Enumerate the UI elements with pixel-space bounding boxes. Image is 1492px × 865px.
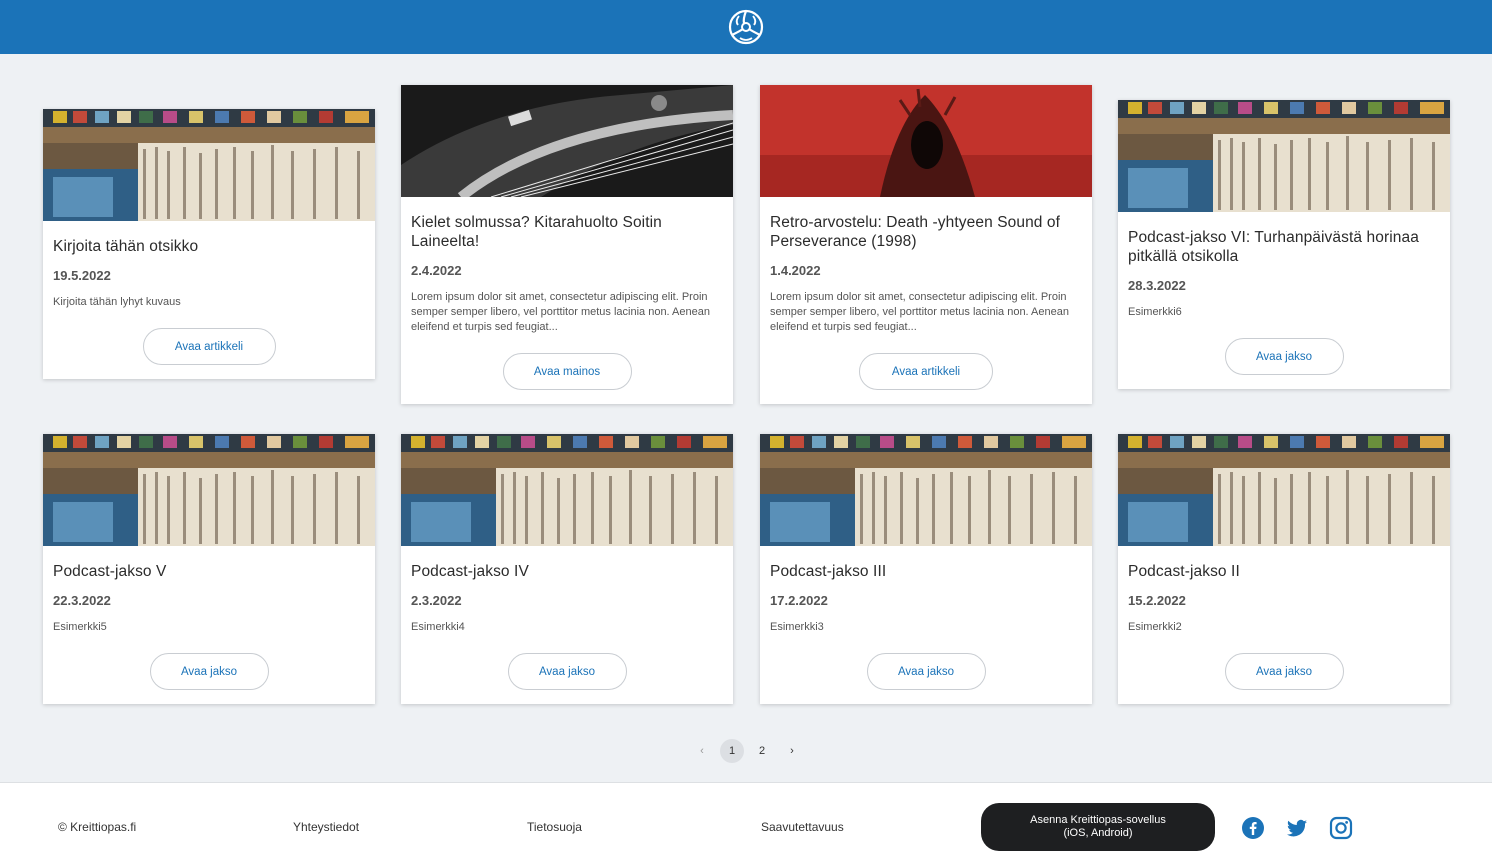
card-date: 19.5.2022 xyxy=(53,268,111,283)
install-app-platforms: (iOS, Android) xyxy=(1063,827,1133,839)
card-title[interactable]: Podcast-jakso V xyxy=(53,562,365,581)
card-description: Lorem ipsum dolor sit amet, consectetur … xyxy=(411,291,710,333)
card-date: 17.2.2022 xyxy=(770,593,828,608)
copyright-text: © Kreittiopas.fi xyxy=(58,820,137,834)
card-date: 1.4.2022 xyxy=(770,263,821,278)
card-title[interactable]: Podcast-jakso VI: Turhanpäivästä horinaa… xyxy=(1128,228,1440,266)
twitter-icon[interactable] xyxy=(1285,816,1309,840)
card-description: Esimerkki3 xyxy=(770,621,824,633)
contact-link[interactable]: Yhteystiedot xyxy=(293,820,359,834)
next-page-button[interactable]: › xyxy=(780,739,804,763)
card-description: Kirjoita tähän lyhyt kuvaus xyxy=(53,296,181,308)
footer: © Kreittiopas.fi Yhteystiedot Tietosuoja… xyxy=(0,782,1492,865)
card-7[interactable]: Podcast-jakso III 17.2.2022 Esimerkki3 A… xyxy=(760,434,1092,704)
card-date: 2.4.2022 xyxy=(411,263,462,278)
card-title[interactable]: Podcast-jakso II xyxy=(1128,562,1440,581)
card-4[interactable]: Podcast-jakso VI: Turhanpäivästä horinaa… xyxy=(1118,100,1450,389)
open-ad-button[interactable]: Avaa mainos xyxy=(502,353,632,390)
open-episode-button[interactable]: Avaa jakso xyxy=(1224,653,1344,690)
install-app-button[interactable]: Asenna Kreittiopas-sovellus (iOS, Androi… xyxy=(981,803,1215,851)
card-thumbnail-image[interactable] xyxy=(1118,434,1450,546)
card-thumbnail-image[interactable] xyxy=(1118,100,1450,212)
record-adapter-logo-icon[interactable] xyxy=(726,7,766,47)
card-1[interactable]: Kirjoita tähän otsikko 19.5.2022 Kirjoit… xyxy=(43,109,375,379)
open-episode-button[interactable]: Avaa jakso xyxy=(866,653,986,690)
card-thumbnail-image[interactable] xyxy=(43,109,375,221)
card-6[interactable]: Podcast-jakso IV 2.3.2022 Esimerkki4 Ava… xyxy=(401,434,733,704)
card-date: 22.3.2022 xyxy=(53,593,111,608)
card-8[interactable]: Podcast-jakso II 15.2.2022 Esimerkki2 Av… xyxy=(1118,434,1450,704)
page-2-button[interactable]: 2 xyxy=(750,739,774,763)
card-thumbnail-image[interactable] xyxy=(43,434,375,546)
card-thumbnail-image[interactable] xyxy=(401,85,733,197)
card-title[interactable]: Podcast-jakso III xyxy=(770,562,1082,581)
pagination: ‹ 1 2 › xyxy=(690,738,804,764)
card-description: Esimerkki2 xyxy=(1128,621,1182,633)
open-episode-button[interactable]: Avaa jakso xyxy=(507,653,627,690)
open-article-button[interactable]: Avaa artikkeli xyxy=(859,353,993,390)
privacy-link[interactable]: Tietosuoja xyxy=(527,820,582,834)
card-description: Lorem ipsum dolor sit amet, consectetur … xyxy=(770,291,1069,333)
install-app-label: Asenna Kreittiopas-sovellus xyxy=(1030,814,1166,826)
card-thumbnail-image[interactable] xyxy=(760,85,1092,197)
card-title[interactable]: Podcast-jakso IV xyxy=(411,562,723,581)
card-2[interactable]: Kielet solmussa? Kitarahuolto Soitin Lai… xyxy=(401,85,733,404)
card-date: 28.3.2022 xyxy=(1128,278,1186,293)
top-bar xyxy=(0,0,1492,54)
card-description: Esimerkki6 xyxy=(1128,306,1182,318)
card-5[interactable]: Podcast-jakso V 22.3.2022 Esimerkki5 Ava… xyxy=(43,434,375,704)
card-description: Esimerkki5 xyxy=(53,621,107,633)
instagram-icon[interactable] xyxy=(1329,816,1353,840)
card-3[interactable]: Retro-arvostelu: Death -yhtyeen Sound of… xyxy=(760,85,1092,404)
open-episode-button[interactable]: Avaa jakso xyxy=(149,653,269,690)
open-episode-button[interactable]: Avaa jakso xyxy=(1224,338,1344,375)
card-title[interactable]: Kielet solmussa? Kitarahuolto Soitin Lai… xyxy=(411,213,723,251)
card-date: 15.2.2022 xyxy=(1128,593,1186,608)
page-1-button[interactable]: 1 xyxy=(720,739,744,763)
card-date: 2.3.2022 xyxy=(411,593,462,608)
previous-page-button[interactable]: ‹ xyxy=(690,739,714,763)
card-description: Esimerkki4 xyxy=(411,621,465,633)
open-article-button[interactable]: Avaa artikkeli xyxy=(142,328,276,365)
card-thumbnail-image[interactable] xyxy=(760,434,1092,546)
facebook-icon[interactable] xyxy=(1241,816,1265,840)
card-title[interactable]: Kirjoita tähän otsikko xyxy=(53,237,365,256)
card-title[interactable]: Retro-arvostelu: Death -yhtyeen Sound of… xyxy=(770,213,1082,251)
card-thumbnail-image[interactable] xyxy=(401,434,733,546)
accessibility-link[interactable]: Saavutettavuus xyxy=(761,820,844,834)
